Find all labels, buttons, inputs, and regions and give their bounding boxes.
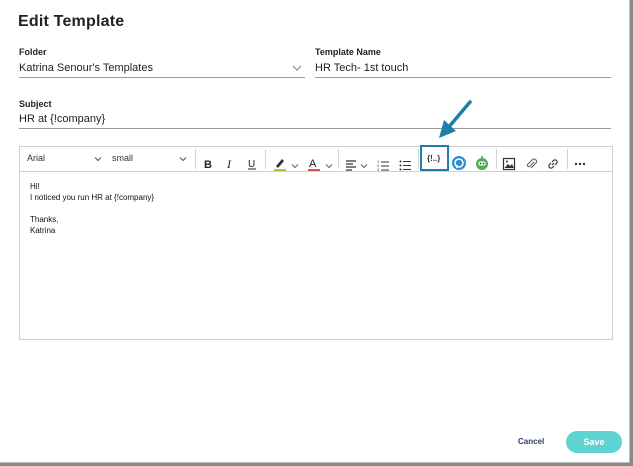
cancel-button[interactable]: Cancel (518, 437, 544, 446)
save-button[interactable]: Save (566, 431, 622, 453)
chevron-down-icon (179, 157, 187, 162)
template-name-value: HR Tech- 1st touch (315, 62, 409, 74)
body-line: Thanks, (30, 215, 59, 224)
svg-text:3: 3 (377, 167, 380, 172)
link-icon[interactable] (546, 152, 560, 176)
chevron-down-icon (292, 65, 302, 71)
toolbar-divider (195, 149, 196, 169)
chevron-down-icon[interactable] (324, 154, 334, 178)
body-line: Hi! (30, 182, 40, 191)
folder-value: Katrina Senour's Templates (19, 62, 153, 74)
snippet-icon[interactable] (451, 151, 467, 175)
more-options-icon[interactable] (573, 152, 587, 176)
subject-value: HR at {!company} (19, 113, 106, 125)
editor-content[interactable]: Hi! I noticed you run HR at {!company} T… (30, 181, 154, 236)
attachment-icon[interactable] (524, 152, 538, 176)
body-line: I noticed you run HR at {!company} (30, 193, 155, 202)
font-family-select[interactable]: Arial (20, 147, 106, 171)
bold-icon[interactable]: B (201, 152, 215, 176)
rich-text-editor: Arial small B I U A 123 {!..} Hi! I noti… (19, 146, 613, 340)
svg-text:A: A (309, 158, 317, 170)
chevron-down-icon[interactable] (290, 154, 300, 178)
font-size-select[interactable]: small (107, 147, 193, 171)
template-name-label: Template Name (315, 47, 381, 57)
body-line: Katrina (30, 226, 56, 235)
svg-text:B: B (204, 159, 212, 171)
svg-text:I: I (226, 157, 232, 171)
toolbar-divider (265, 149, 266, 169)
toolbar-divider (567, 149, 568, 169)
editor-toolbar: Arial small B I U A 123 {!..} (20, 147, 612, 172)
edit-template-dialog: Edit Template Folder Katrina Senour's Te… (0, 0, 630, 463)
bullet-list-icon[interactable] (398, 153, 412, 177)
folder-select[interactable]: Katrina Senour's Templates (19, 60, 305, 78)
subject-label: Subject (19, 99, 52, 109)
toolbar-divider (338, 149, 339, 169)
chevron-down-icon (94, 157, 102, 162)
bot-icon[interactable] (474, 151, 490, 175)
chevron-down-icon[interactable] (359, 154, 369, 178)
svg-text:U: U (248, 159, 255, 170)
annotation-arrow-icon (439, 100, 472, 138)
image-icon[interactable] (502, 152, 516, 176)
subject-input[interactable]: HR at {!company} (19, 111, 611, 129)
template-name-input[interactable]: HR Tech- 1st touch (315, 60, 611, 78)
font-color-icon[interactable]: A (306, 152, 322, 176)
toolbar-divider (418, 149, 419, 169)
font-family-value: Arial (27, 153, 46, 163)
font-size-value: small (112, 153, 134, 163)
dialog-title: Edit Template (18, 13, 125, 30)
numbered-list-icon[interactable]: 123 (376, 153, 390, 177)
annotation-highlight-box (420, 145, 449, 171)
folder-label: Folder (19, 47, 47, 57)
highlight-color-icon[interactable] (272, 152, 288, 176)
toolbar-divider (496, 149, 497, 169)
italic-icon[interactable]: I (223, 152, 237, 176)
align-left-icon[interactable] (344, 153, 358, 177)
underline-icon[interactable]: U (245, 152, 259, 176)
